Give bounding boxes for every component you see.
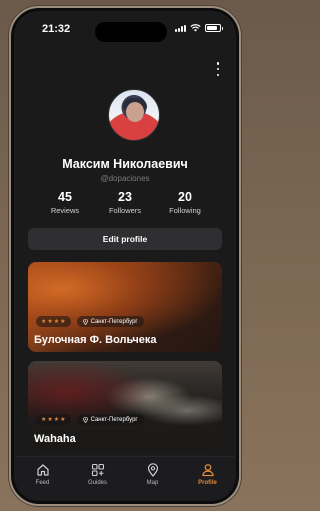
dot-icon xyxy=(216,62,220,65)
star-icon: ★ xyxy=(47,318,53,325)
screen: 21:32 Максим Николаевич @dopaciones 45 R… xyxy=(15,12,235,500)
stat-value: 45 xyxy=(58,190,72,204)
battery-fill xyxy=(207,26,217,30)
stat-value: 23 xyxy=(118,190,132,204)
location-label: Санкт-Петербург xyxy=(90,416,138,423)
battery-icon xyxy=(205,24,223,32)
grid-plus-icon xyxy=(91,463,104,477)
location-pin-icon xyxy=(82,318,88,325)
tab-guides[interactable]: Guides xyxy=(73,463,123,486)
tab-label: Map xyxy=(146,480,159,486)
stat-value: 20 xyxy=(178,190,192,204)
wifi-icon xyxy=(190,24,201,32)
rating-badge: ★ ★ ★ ★ xyxy=(36,316,71,327)
status-time: 21:32 xyxy=(42,23,71,35)
dot-icon xyxy=(216,73,220,76)
tab-map[interactable]: Map xyxy=(128,463,178,486)
home-icon xyxy=(36,464,49,476)
place-card[interactable]: ★ ★ ★ ★ Санкт-Петербург Булочная Ф. Воль… xyxy=(28,262,222,352)
profile-name: Максим Николаевич xyxy=(62,157,188,171)
phone-frame: 21:32 Максим Николаевич @dopaciones 45 R… xyxy=(9,6,241,506)
tab-profile[interactable]: Profile xyxy=(183,463,233,486)
location-badge: Санкт-Петербург xyxy=(76,414,144,425)
stat-label: Reviews xyxy=(50,206,80,215)
status-icons xyxy=(175,24,223,32)
place-card[interactable]: ★ ★ ★ ★ Санкт-Петербург Wahaha xyxy=(28,361,222,451)
star-icon: ★ xyxy=(41,416,47,423)
tab-label: Feed xyxy=(35,480,50,486)
stat-label: Followers xyxy=(108,206,142,215)
map-pin-icon xyxy=(147,463,158,477)
person-icon xyxy=(201,464,214,477)
card-title: Wahaha xyxy=(34,433,76,445)
card-title: Булочная Ф. Вольчека xyxy=(34,334,157,346)
dynamic-island xyxy=(95,22,167,42)
edit-profile-button[interactable]: Edit profile xyxy=(28,228,222,250)
stat-followers[interactable]: 23 Followers xyxy=(95,190,155,215)
avatar[interactable] xyxy=(108,89,160,141)
location-label: Санкт-Петербург xyxy=(90,318,138,325)
card-meta: ★ ★ ★ ★ Санкт-Петербург xyxy=(36,414,144,425)
star-icon: ★ xyxy=(47,416,53,423)
tab-feed[interactable]: Feed xyxy=(18,463,68,486)
star-icon: ★ xyxy=(41,318,47,325)
star-icon: ★ xyxy=(60,318,66,325)
rating-badge: ★ ★ ★ ★ xyxy=(36,414,71,425)
signal-icon xyxy=(175,24,186,32)
avatar-face xyxy=(126,102,144,122)
tab-label: Profile xyxy=(198,480,217,486)
star-icon: ★ xyxy=(53,416,60,423)
stat-following[interactable]: 20 Following xyxy=(155,190,215,215)
location-badge: Санкт-Петербург xyxy=(76,316,144,327)
profile-handle: @dopaciones xyxy=(100,174,150,183)
more-menu-button[interactable] xyxy=(213,62,223,76)
stat-label: Following xyxy=(169,206,201,215)
status-bar: 21:32 xyxy=(15,12,235,42)
star-icon: ★ xyxy=(53,318,60,325)
dot-icon xyxy=(216,67,220,71)
stat-reviews[interactable]: 45 Reviews xyxy=(35,190,95,215)
tab-label: Guides xyxy=(87,480,107,486)
location-pin-icon xyxy=(82,416,88,423)
tab-bar: Feed Guides Map Profile xyxy=(15,456,235,500)
star-icon: ★ xyxy=(60,416,66,423)
profile-stats: 45 Reviews 23 Followers 20 Following xyxy=(35,190,215,215)
card-meta: ★ ★ ★ ★ Санкт-Петербург xyxy=(36,316,144,327)
